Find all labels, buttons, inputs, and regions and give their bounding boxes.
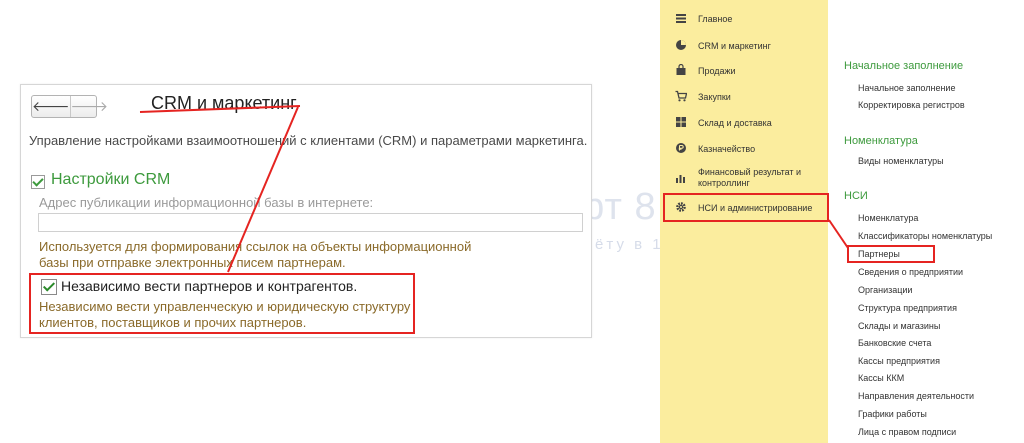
menu-link[interactable]: Кассы ККМ	[858, 373, 904, 383]
sidebar-item-label: CRM и маркетинг	[698, 41, 771, 51]
gear-icon	[675, 201, 687, 213]
pie-chart-icon	[675, 39, 687, 51]
address-label: Адрес публикации информационной базы в и…	[39, 195, 374, 210]
menu-link[interactable]: Номенклатура	[858, 213, 918, 223]
address-input[interactable]	[38, 213, 583, 232]
menu-link[interactable]: Виды номенклатуры	[858, 156, 944, 166]
sidebar-item-label: Финансовый результат и контроллинг	[698, 167, 802, 188]
forward-button[interactable]: 🡒	[69, 96, 108, 117]
back-button[interactable]: 🡐	[32, 96, 70, 117]
coin-icon	[675, 142, 687, 154]
sidebar-item-label: Казначейство	[698, 144, 756, 154]
sidebar-item-label: Продажи	[698, 66, 736, 76]
section-title: Начальное заполнение	[844, 60, 964, 72]
menu-link[interactable]: Организации	[858, 285, 912, 295]
page-description: Управление настройками взаимоотношений с…	[29, 133, 588, 148]
group-collapse-checkbox[interactable]	[31, 175, 45, 189]
menu-link[interactable]: Классификаторы номенклатуры	[858, 231, 992, 241]
independent-partners-label[interactable]: Независимо вести партнеров и контрагенто…	[61, 278, 357, 294]
section-title: Номенклатура	[844, 135, 918, 147]
menu-link[interactable]: Графики работы	[858, 409, 927, 419]
main-menu-panel: Главное CRM и маркетинг Продажи Закупки …	[660, 0, 1024, 443]
grid-icon	[675, 116, 687, 128]
sidebar-item-label: НСИ и администрирование	[698, 203, 813, 213]
bar-chart-icon	[675, 172, 687, 184]
sections-sidebar: Главное CRM и маркетинг Продажи Закупки …	[660, 0, 829, 443]
sidebar-item-label: Главное	[698, 14, 733, 24]
menu-link[interactable]: Направления деятельности	[858, 391, 974, 401]
section-title: НСИ	[844, 190, 868, 202]
menu-link[interactable]: Структура предприятия	[858, 303, 957, 313]
menu-link[interactable]: Начальное заполнение	[858, 83, 955, 93]
menu-link[interactable]: Кассы предприятия	[858, 356, 940, 366]
menu-icon	[675, 12, 687, 24]
bag-icon	[675, 64, 687, 76]
menu-link[interactable]: Лица с правом подписи	[858, 427, 956, 437]
address-hint: Используется для формирования ссылок на …	[39, 239, 472, 270]
menu-link[interactable]: Склады и магазины	[858, 321, 940, 331]
menu-link[interactable]: Сведения о предприятии	[858, 267, 963, 277]
cart-icon	[675, 90, 687, 102]
independent-partners-hint: Независимо вести управленческую и юридич…	[39, 299, 411, 330]
sidebar-item-label: Закупки	[698, 92, 731, 102]
page-title: CRM и маркетинг	[151, 93, 297, 113]
group-title[interactable]: Настройки CRM	[51, 171, 170, 189]
independent-partners-checkbox[interactable]	[41, 279, 57, 295]
section-content: Начальное заполнение Начальное заполнени…	[828, 0, 1024, 443]
menu-link[interactable]: Корректировка регистров	[858, 100, 965, 110]
navigation-buttons: 🡐 🡒	[31, 95, 108, 118]
menu-link-partners[interactable]: Партнеры	[858, 249, 900, 259]
sidebar-item-label: Склад и доставка	[698, 118, 772, 128]
crm-settings-panel: 🡐 🡒 CRM и маркетинг Управление настройка…	[20, 84, 592, 338]
menu-link[interactable]: Банковские счета	[858, 338, 931, 348]
